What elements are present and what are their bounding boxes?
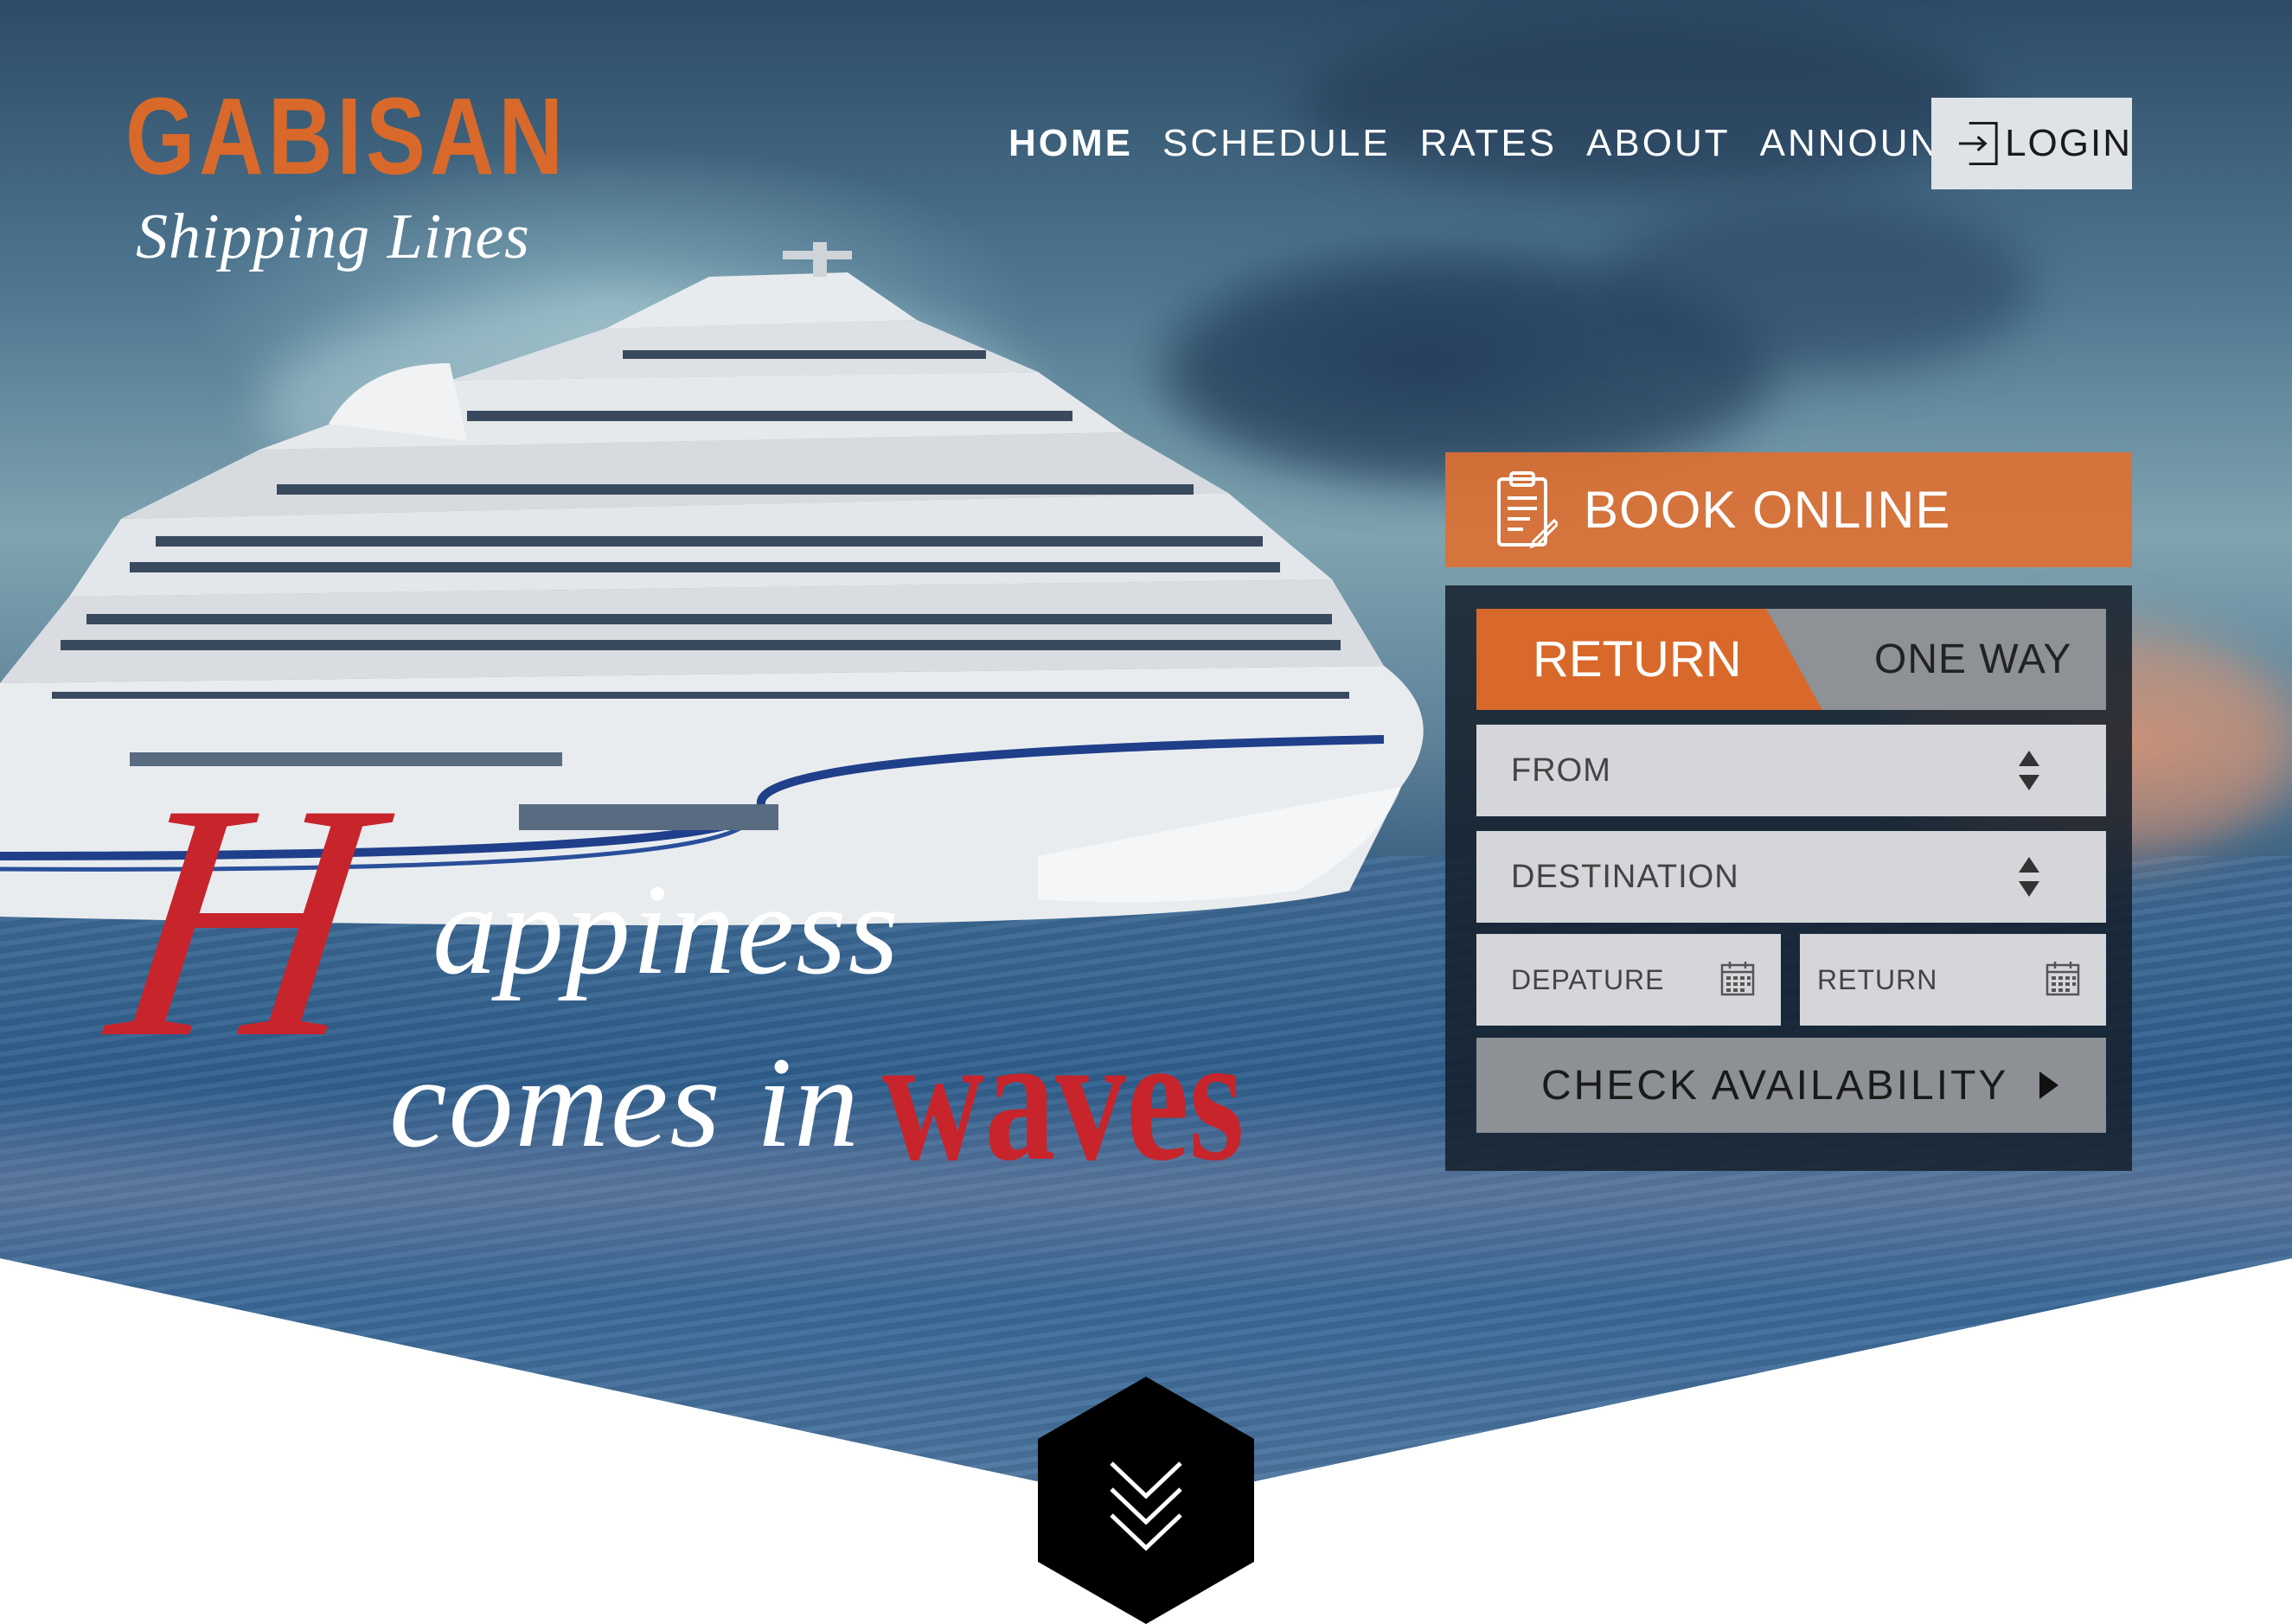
destination-select[interactable]: DESTINATION xyxy=(1476,831,2106,923)
return-label: RETURN xyxy=(1817,963,1938,995)
tab-one-way[interactable]: ONE WAY xyxy=(1874,609,2071,710)
return-date-field[interactable]: RETURN xyxy=(1800,934,2106,1026)
from-label: FROM xyxy=(1511,751,1611,789)
nav-home[interactable]: HOME xyxy=(1008,121,1133,166)
scroll-down-button[interactable] xyxy=(1038,1377,1254,1624)
select-arrows-icon xyxy=(2019,751,2039,790)
tab-return[interactable]: RETURN xyxy=(1476,609,1822,710)
departure-date-field[interactable]: DEPATURE xyxy=(1476,934,1781,1026)
nav-about[interactable]: ABOUT xyxy=(1586,121,1731,166)
from-select[interactable]: FROM xyxy=(1476,725,2106,816)
login-label: LOGIN xyxy=(2005,122,2132,164)
calendar-icon xyxy=(1720,962,1755,996)
booking-form: ONE WAY RETURN FROM DESTINATION DEPATURE… xyxy=(1445,585,2132,1171)
brand-logo[interactable]: GABISAN xyxy=(125,82,563,191)
clipboard-icon xyxy=(1497,470,1558,548)
headline-cap-letter: H xyxy=(94,734,392,1108)
check-availability-label: CHECK AVAILABILITY xyxy=(1541,1062,2009,1109)
destination-label: DESTINATION xyxy=(1511,858,1739,895)
trip-type-tabs: ONE WAY RETURN xyxy=(1476,609,2106,710)
headline-line2: comes in xyxy=(389,1031,861,1174)
book-online-header: BOOK ONLINE xyxy=(1445,452,2132,567)
book-online-label: BOOK ONLINE xyxy=(1584,481,1951,539)
select-arrows-icon xyxy=(2019,857,2039,897)
calendar-icon xyxy=(2046,962,2080,996)
cloud xyxy=(1600,199,2033,372)
brand-tagline: Shipping Lines xyxy=(136,201,530,272)
login-button[interactable]: LOGIN xyxy=(1931,98,2132,189)
nav-schedule[interactable]: SCHEDULE xyxy=(1162,121,1391,166)
departure-label: DEPATURE xyxy=(1511,963,1665,995)
nav-rates[interactable]: RATES xyxy=(1420,121,1557,166)
check-availability-button[interactable]: CHECK AVAILABILITY xyxy=(1476,1038,2106,1133)
headline-line1: appiness xyxy=(432,858,900,1001)
login-icon xyxy=(1958,121,1998,166)
play-arrow-icon xyxy=(2039,1071,2059,1099)
headline-emphasis: waves xyxy=(882,998,1245,1199)
